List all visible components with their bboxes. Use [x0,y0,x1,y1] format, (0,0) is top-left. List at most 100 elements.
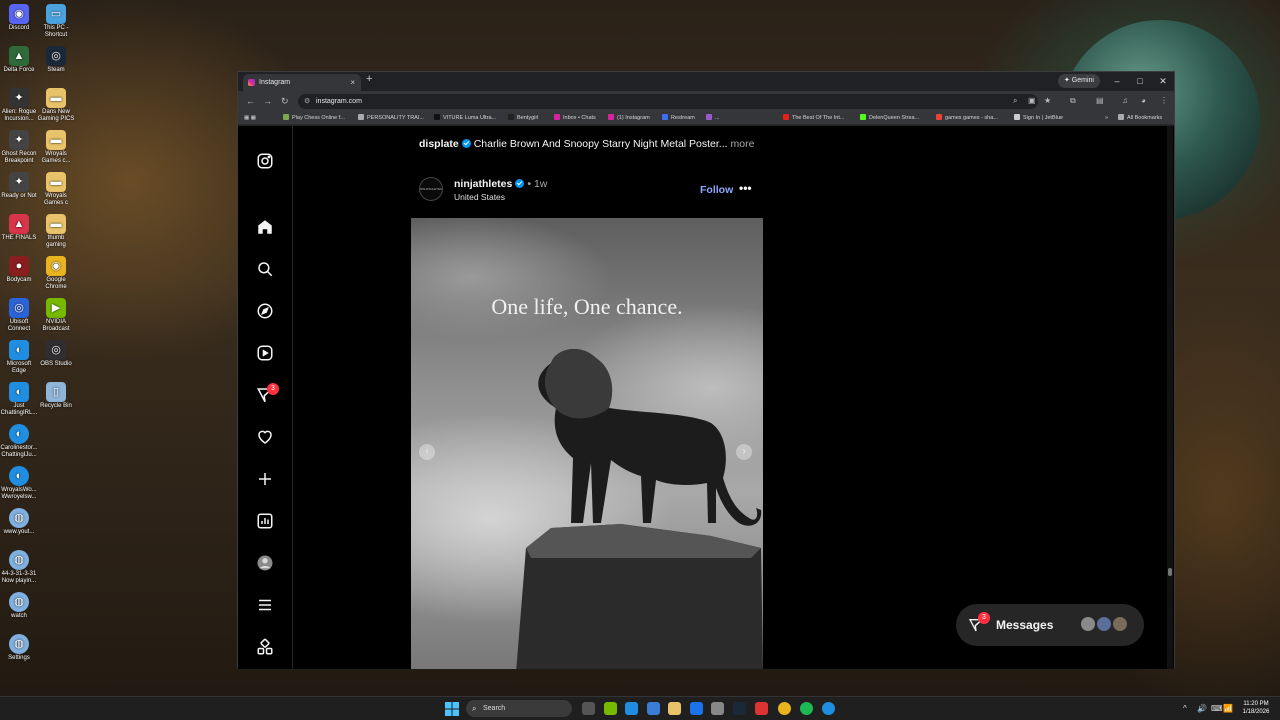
desktop-icon[interactable]: ◐ WroyalsWo... Wwroyelsw... [0,466,38,501]
desktop-icon[interactable]: ◐ Carolinestor... ChattingIJu... [0,424,38,459]
bookmark-item[interactable]: DelenQueen Strea... [860,111,919,125]
task-view-icon[interactable] [582,702,595,715]
desktop-icon[interactable]: ◉ Google Chrome [37,256,75,291]
desktop-icon[interactable]: ◍ watch [0,592,38,620]
post-username[interactable]: ninjathletes [454,178,512,190]
taskbar-search[interactable]: ⌕ Search [466,700,572,717]
keyboard-icon[interactable]: ⌨ [1211,697,1223,720]
desktop-icon[interactable]: ◍ 44-3-31-3-31 Now playin... [0,550,38,585]
tray-overflow-icon[interactable]: ^ [1183,697,1187,720]
settings-app-icon[interactable] [711,702,724,715]
desktop-icon[interactable]: ▬ Wroyals Games c [37,172,75,207]
bookmark-item[interactable]: PERSONALITY TRAI... [358,111,424,125]
bookmark-star-icon[interactable]: ★ [1044,91,1051,111]
desktop-icon[interactable]: ✦ Ghost Recon Breakpoint [0,130,38,165]
side-panel-icon[interactable]: ▤ [1096,91,1104,111]
minimize-button[interactable]: – [1106,72,1128,91]
taskbar-clock[interactable]: 11:20 PM 1/18/2026 [1236,700,1276,716]
desktop-icon[interactable]: ● Bodycam [0,256,38,284]
tab-close-icon[interactable]: × [350,74,355,91]
edge-app-icon[interactable] [625,702,638,715]
nvidia-app-icon[interactable] [604,702,617,715]
desktop-icon[interactable]: ◎ OBS Studio [37,340,75,368]
desktop-icon[interactable]: ◎ Steam [37,46,75,74]
photos-app-icon[interactable] [690,702,703,715]
close-window-button[interactable]: ✕ [1152,72,1174,91]
new-tab-button[interactable]: + [366,73,372,85]
post-options-button[interactable]: ••• [739,181,752,195]
desktop-icon[interactable]: ◐ Just ChattingIRL... [0,382,38,417]
desktop-icon[interactable]: ◍ Settings [0,634,38,662]
windows-start-icon[interactable] [445,702,459,716]
maximize-button[interactable]: □ [1129,72,1151,91]
desktop-icon[interactable]: ◐ Microsoft Edge [0,340,38,375]
desktop-icon[interactable]: ▯ Recycle Bin [37,382,75,410]
more-menu-icon[interactable] [255,595,275,615]
post-avatar[interactable]: NINJATHLETES [419,177,443,201]
extensions-icon[interactable]: ⧉ [1070,91,1076,111]
chrome-app-icon[interactable] [778,702,791,715]
desktop-icon[interactable]: ▬ Dans New Gaming PICS [37,88,75,123]
forward-button[interactable]: → [263,91,272,111]
desktop-icon[interactable]: ◎ Ubisoft Connect [0,298,38,333]
store-app-icon[interactable] [647,702,660,715]
spotify-app-icon[interactable] [800,702,813,715]
notifications-icon[interactable] [255,427,275,447]
instagram-logo-icon[interactable] [255,151,275,171]
bookmark-item[interactable]: All Bookmarks [1118,111,1162,125]
back-button[interactable]: ← [246,91,255,111]
chrome-menu-icon[interactable]: ⋮ [1160,91,1168,111]
bookmark-item[interactable]: VITURE Luma Ultra... [434,111,496,125]
create-icon[interactable] [255,469,275,489]
bookmark-item[interactable]: Bentygirl [508,111,538,125]
dashboard-icon[interactable] [255,511,275,531]
scrollbar-thumb[interactable] [1168,568,1172,576]
desktop-icon[interactable]: ▲ Delta Force [0,46,38,74]
desktop-icon[interactable]: ✦ Alien: Rogue Incursion... [0,88,38,123]
desktop-icon[interactable]: ✦ Ready or Not [0,172,38,200]
bookmark-item[interactable]: Inbox • Chats [554,111,596,125]
desktop-icon[interactable]: ▶ NVIDIA Broadcast [37,298,75,333]
caption-username[interactable]: displate [419,138,459,150]
desktop-icon[interactable]: ◍ www.yout... [0,508,38,536]
volume-icon[interactable]: 🔊 [1197,697,1207,720]
bookmark-item[interactable]: ... [706,111,720,125]
desktop-icon[interactable]: ▬ Wroyals Games c... [37,130,75,165]
bookmark-item[interactable]: The Best Of The Int... [783,111,844,125]
edge-pinned-icon[interactable] [822,702,835,715]
reels-icon[interactable] [255,343,275,363]
bookmark-item[interactable]: games games - sha... [936,111,998,125]
gemini-button[interactable]: ✦ Gemini [1058,74,1100,88]
bookmark-item[interactable]: Play Chess Online f... [283,111,345,125]
site-info-icon[interactable]: ⚙ [304,94,310,109]
page-scrollbar[interactable] [1167,126,1173,669]
desktop-icon[interactable]: ▲ THE FINALS [0,214,38,242]
apps-shortcut-icon[interactable]: ▦ ▦ [244,111,256,125]
explore-icon[interactable] [255,301,275,321]
search-icon[interactable] [255,259,275,279]
install-app-icon[interactable]: ▣ [1028,91,1036,111]
network-icon[interactable]: 📶 [1223,697,1233,720]
tab-instagram[interactable]: Instagram × [243,74,361,91]
desktop-icon[interactable]: ◉ Discord [0,4,38,32]
home-icon[interactable] [255,217,275,237]
also-from-meta-icon[interactable] [255,637,275,657]
reload-button[interactable]: ↻ [281,91,289,111]
follow-button[interactable]: Follow [700,184,733,196]
messages-floating-button[interactable]: 3 Messages [956,604,1144,646]
profile-icon[interactable]: ◕ [1141,91,1146,111]
profile-icon[interactable] [255,553,275,573]
carousel-next-button[interactable]: › [736,444,752,460]
post-image[interactable]: One life, One chance. ‹ › [411,218,763,669]
file-explorer-icon[interactable] [668,702,681,715]
post-location[interactable]: United States [454,192,505,202]
bookmark-item[interactable]: » [1096,111,1108,125]
steam-app-icon[interactable] [733,702,746,715]
caption-more-link[interactable]: more [730,138,754,150]
bookmark-item[interactable]: (1) Instagram [608,111,650,125]
desktop-icon[interactable]: ▭ This PC - Shortcut [37,4,75,39]
desktop-icon[interactable]: ▬ thumb gaming [37,214,75,249]
bookmark-item[interactable]: Restream [662,111,695,125]
carousel-prev-button[interactable]: ‹ [419,444,435,460]
address-bar[interactable]: ⚙ instagram.com [298,94,1038,109]
